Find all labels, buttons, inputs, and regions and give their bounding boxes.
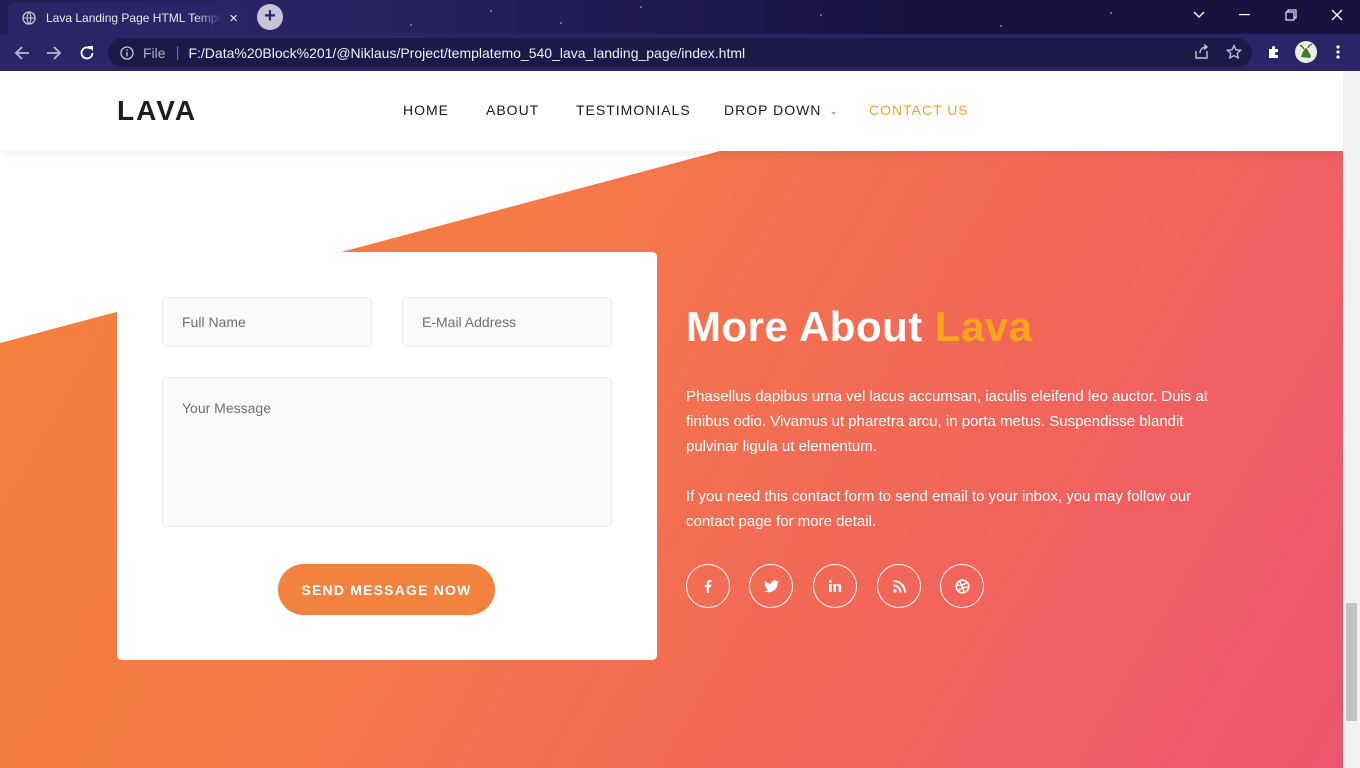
about-paragraph-2: If you need this contact form to send em…: [686, 488, 1192, 530]
nav-contact[interactable]: CONTACT US: [869, 102, 969, 118]
contact-form-card: SEND MESSAGE NOW: [117, 252, 657, 660]
nav-about[interactable]: ABOUT: [486, 102, 539, 118]
send-message-button[interactable]: SEND MESSAGE NOW: [278, 564, 495, 615]
rss-icon[interactable]: [877, 564, 921, 608]
page-viewport: LAVA HOME ABOUT TESTIMONIALS DROP DOWN ⌄ …: [0, 71, 1343, 768]
browser-tab-strip: Lava Landing Page HTML Template × +: [0, 0, 1360, 34]
info-icon[interactable]: [120, 45, 134, 60]
bookmark-star-icon[interactable]: [1223, 42, 1245, 62]
share-icon[interactable]: [1191, 42, 1213, 62]
extensions-icon[interactable]: [1263, 42, 1285, 62]
browser-tab[interactable]: Lava Landing Page HTML Template ×: [8, 2, 248, 34]
minimize-icon[interactable]: [1222, 0, 1268, 30]
scrollbar-thumb[interactable]: [1346, 603, 1357, 721]
chevron-down-icon[interactable]: [1176, 0, 1222, 30]
dribbble-icon[interactable]: [940, 564, 984, 608]
page-scrollbar[interactable]: [1343, 71, 1360, 768]
new-tab-button[interactable]: +: [257, 4, 283, 30]
message-textarea[interactable]: [162, 377, 612, 527]
site-header: LAVA HOME ABOUT TESTIMONIALS DROP DOWN ⌄ …: [0, 71, 1343, 151]
twitter-icon[interactable]: [749, 564, 793, 608]
about-heading-main: More About: [686, 303, 935, 350]
back-arrow-icon[interactable]: [10, 41, 34, 65]
browser-toolbar: File | F:/Data%20Block%201/@Niklaus/Proj…: [0, 34, 1360, 71]
nav-dropdown-label: DROP DOWN: [724, 102, 822, 118]
nav-dropdown[interactable]: DROP DOWN ⌄: [724, 102, 839, 118]
about-heading: More About Lava: [686, 303, 1033, 351]
chevron-down-icon: ⌄: [829, 106, 839, 117]
tab-close-icon[interactable]: ×: [229, 11, 238, 26]
address-url[interactable]: F:/Data%20Block%201/@Niklaus/Project/tem…: [188, 45, 745, 61]
close-icon[interactable]: [1314, 0, 1360, 30]
address-scheme: File: [143, 44, 166, 61]
address-separator: |: [175, 44, 180, 61]
reload-icon[interactable]: [75, 41, 99, 65]
site-logo[interactable]: LAVA: [117, 95, 197, 127]
profile-avatar[interactable]: [1295, 41, 1317, 63]
linkedin-icon[interactable]: [813, 564, 857, 608]
kebab-menu-icon[interactable]: [1327, 42, 1349, 62]
full-name-input[interactable]: [162, 297, 372, 347]
nav-testimonials[interactable]: TESTIMONIALS: [576, 102, 691, 118]
facebook-icon[interactable]: [686, 564, 730, 608]
about-paragraph-1: Phasellus dapibus urna vel lacus accumsa…: [686, 388, 1208, 455]
address-bar[interactable]: File | F:/Data%20Block%201/@Niklaus/Proj…: [108, 38, 1252, 67]
nav-home[interactable]: HOME: [403, 102, 449, 118]
restore-icon[interactable]: [1268, 0, 1314, 30]
forward-arrow-icon[interactable]: [42, 41, 66, 65]
about-heading-accent: Lava: [934, 303, 1033, 350]
globe-icon: [22, 11, 36, 25]
tab-title: Lava Landing Page HTML Template: [46, 11, 222, 25]
email-input[interactable]: [402, 297, 612, 347]
